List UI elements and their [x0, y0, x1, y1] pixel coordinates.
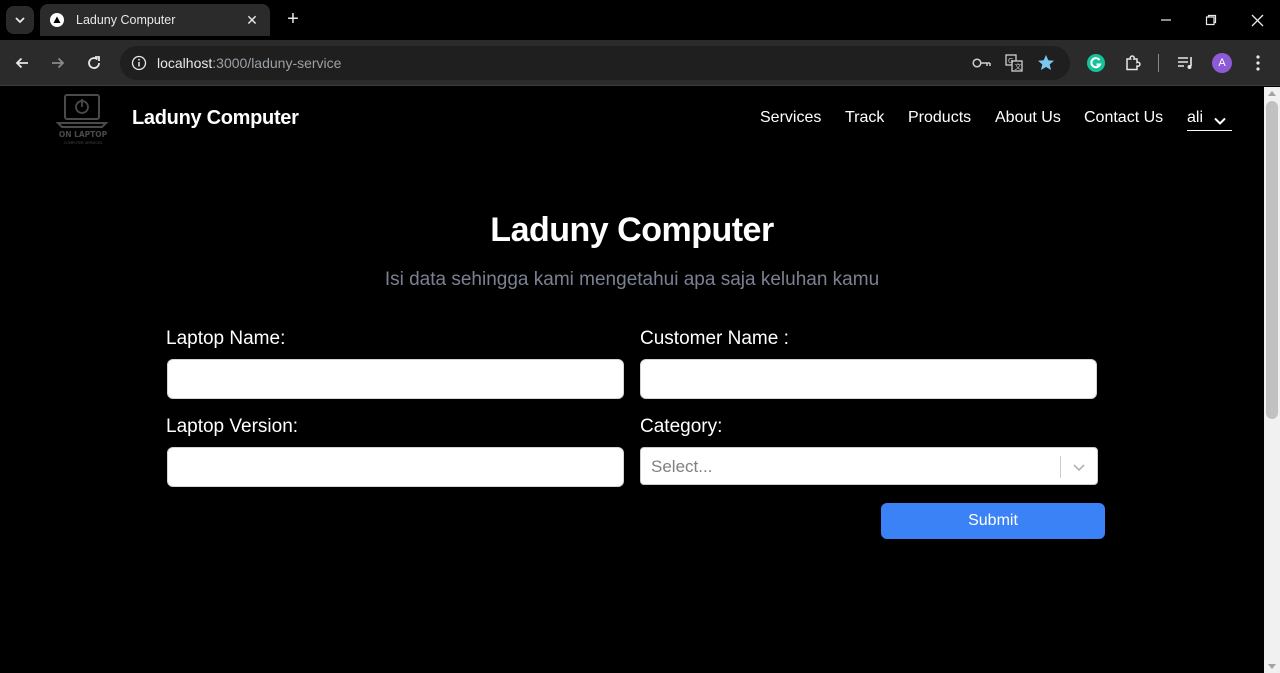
site-info-icon[interactable]: [128, 52, 150, 74]
nav-services[interactable]: Services: [760, 109, 821, 127]
chevron-down-icon[interactable]: [1070, 458, 1088, 476]
chevron-down-icon: [1214, 113, 1226, 131]
kebab-menu-icon[interactable]: [1247, 52, 1269, 74]
media-queue-icon[interactable]: [1175, 52, 1197, 74]
svg-text:COMPUTER SERVICES: COMPUTER SERVICES: [64, 141, 103, 145]
scroll-up-arrow-icon[interactable]: [1268, 91, 1276, 96]
nav-products[interactable]: Products: [908, 109, 971, 127]
scrollbar-thumb[interactable]: [1266, 101, 1278, 419]
extensions-icon[interactable]: [1122, 52, 1144, 74]
bookmark-star-icon[interactable]: [1036, 54, 1056, 72]
chevron-down-icon: [15, 17, 25, 24]
laptop-name-label: Laptop Name:: [166, 328, 286, 349]
page-viewport: ON LAPTOP COMPUTER SERVICES Laduny Compu…: [0, 87, 1264, 673]
scroll-down-arrow-icon[interactable]: [1268, 664, 1276, 669]
new-tab-button[interactable]: +: [282, 8, 304, 30]
favicon-icon: [50, 13, 64, 27]
nav-contact-us[interactable]: Contact Us: [1084, 109, 1163, 127]
page-title: Laduny Computer: [490, 211, 774, 249]
select-separator: [1060, 456, 1061, 478]
svg-text:文: 文: [1015, 62, 1022, 71]
laptop-version-input[interactable]: [167, 447, 624, 487]
browser-tab[interactable]: Laduny Computer ✕: [40, 4, 270, 36]
brand-name[interactable]: Laduny Computer: [132, 107, 299, 130]
logo[interactable]: ON LAPTOP COMPUTER SERVICES: [52, 93, 114, 147]
toolbar-separator: [1158, 54, 1159, 72]
browser-toolbar: localhost:3000/laduny-service G文 A: [0, 40, 1280, 86]
customer-name-input[interactable]: [640, 359, 1097, 399]
nav-track[interactable]: Track: [845, 109, 884, 127]
close-tab-icon[interactable]: ✕: [244, 12, 260, 29]
tab-search-button[interactable]: [6, 6, 34, 34]
grammarly-icon[interactable]: [1085, 52, 1107, 74]
category-label: Category:: [640, 416, 723, 437]
password-key-icon[interactable]: [972, 54, 992, 72]
address-bar[interactable]: localhost:3000/laduny-service G文: [120, 46, 1070, 80]
translate-icon[interactable]: G文: [1004, 54, 1024, 72]
minimize-icon[interactable]: [1154, 8, 1178, 32]
submit-button[interactable]: Submit: [881, 503, 1105, 539]
reload-icon[interactable]: [82, 51, 106, 75]
url-text: localhost:3000/laduny-service: [157, 55, 342, 71]
laptop-version-label: Laptop Version:: [166, 416, 299, 437]
svg-text:G: G: [1008, 57, 1013, 65]
restore-icon[interactable]: [1199, 8, 1223, 32]
tab-title: Laduny Computer: [76, 13, 176, 27]
page-subtitle: Isi data sehingga kami mengetahui apa sa…: [384, 269, 880, 290]
laptop-name-input[interactable]: [167, 359, 624, 399]
user-name: ali: [1187, 109, 1204, 126]
profile-avatar[interactable]: A: [1212, 53, 1232, 73]
user-menu-dropdown[interactable]: ali: [1187, 109, 1232, 131]
category-select[interactable]: Select...: [640, 447, 1098, 485]
forward-icon[interactable]: [46, 51, 70, 75]
category-placeholder: Select...: [651, 457, 713, 476]
page-scrollbar[interactable]: [1264, 87, 1280, 673]
nav-about-us[interactable]: About Us: [995, 109, 1061, 127]
close-window-icon[interactable]: [1245, 8, 1269, 32]
back-icon[interactable]: [10, 51, 34, 75]
browser-tab-bar: Laduny Computer ✕ +: [0, 0, 1280, 40]
customer-name-label: Customer Name :: [640, 328, 789, 349]
svg-text:ON LAPTOP: ON LAPTOP: [59, 130, 108, 139]
